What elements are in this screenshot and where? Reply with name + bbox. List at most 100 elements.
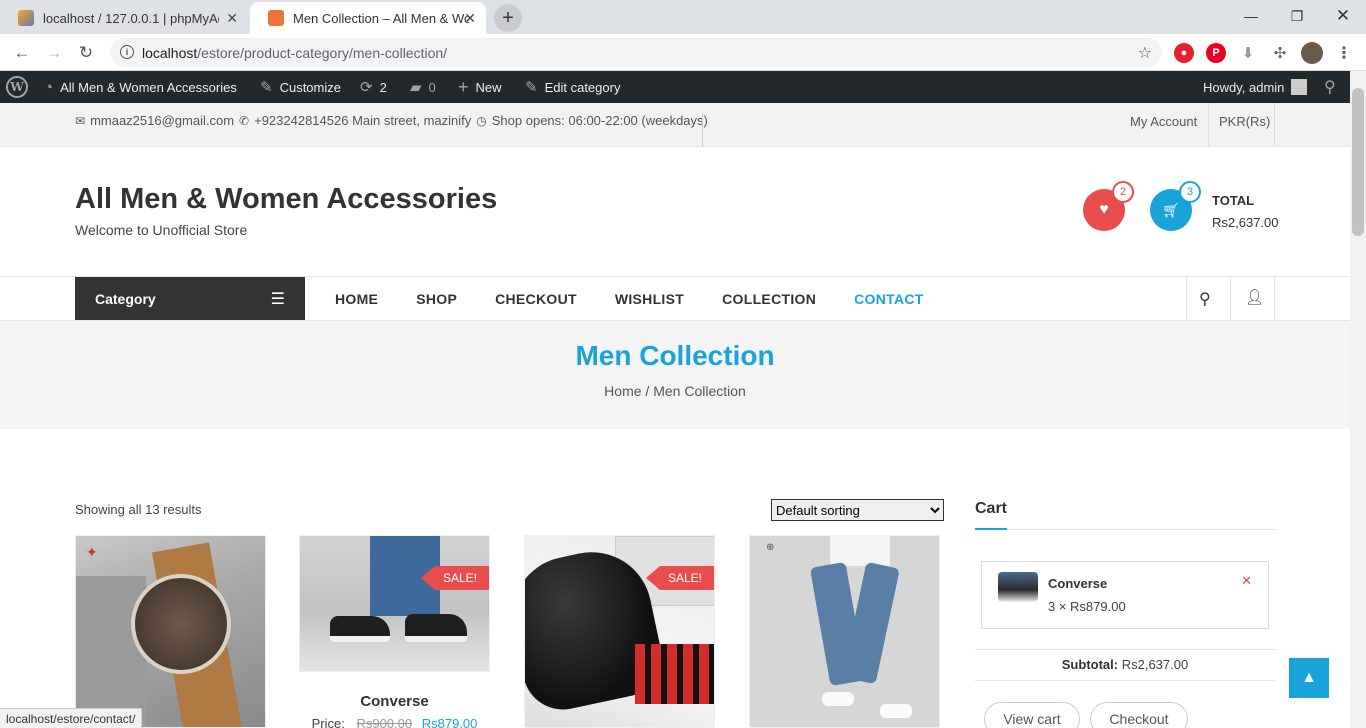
view-cart-button[interactable]: View cart [984, 702, 1080, 728]
profile-avatar[interactable] [1301, 42, 1323, 64]
product-card-jeans[interactable]: ⊕ [749, 535, 940, 728]
new-content-link[interactable]: + New [458, 71, 502, 103]
product-card-leather-shoe[interactable]: SALE! [524, 535, 715, 728]
puzzle-extensions-icon[interactable]: ✣ [1270, 43, 1290, 63]
product-card-converse[interactable]: SALE! [299, 535, 490, 672]
restore-button[interactable]: ❐ [1274, 4, 1320, 28]
search-icon[interactable]: ⚲ [1199, 289, 1211, 309]
wordpress-logo-icon[interactable]: W [6, 71, 28, 103]
clock-icon: ◷ [476, 113, 487, 128]
address-bar[interactable]: i localhost/estore/product-category/men-… [110, 38, 1162, 67]
pencil-icon: ✎ [525, 79, 538, 96]
tab-men-collection[interactable]: Men Collection – All Men & Women Accesso… [250, 2, 486, 34]
sneaker-shape [405, 614, 467, 642]
brush-icon: ✎ [260, 79, 273, 96]
edit-category-link[interactable]: ✎ Edit category [525, 71, 620, 103]
breadcrumb-home[interactable]: Home [604, 383, 641, 399]
cart-item-name[interactable]: Converse [1048, 576, 1107, 591]
results-count: Showing all 13 results [75, 502, 202, 517]
watch-face-icon [131, 574, 231, 674]
product-price: Price: Rs900.00 Rs879.00 [299, 716, 490, 728]
hamburger-icon: ☰ [270, 290, 285, 308]
sort-select[interactable]: Default sorting [771, 499, 944, 521]
url-host: localhost [142, 44, 198, 61]
site-title[interactable]: All Men & Women Accessories [75, 183, 497, 216]
comments-link[interactable]: ▰ 0 [410, 71, 436, 103]
reload-button[interactable]: ↻ [75, 42, 97, 64]
comments-count: 0 [428, 79, 436, 95]
currency-switcher[interactable]: PKR(Rs) [1219, 114, 1270, 129]
old-price: Rs900.00 [356, 716, 413, 728]
divider [1230, 277, 1231, 320]
bookmark-star-icon[interactable]: ☆ [1138, 43, 1152, 63]
howdy-account-menu[interactable]: Howdy, admin [1203, 71, 1308, 103]
checkout-button[interactable]: Checkout [1090, 702, 1188, 728]
browser-toolbar: ← → ↻ i localhost/estore/product-categor… [0, 34, 1366, 71]
nav-wishlist[interactable]: WISHLIST [615, 291, 684, 307]
main-navigation: Category ☰ HOME SHOP CHECKOUT WISHLIST C… [0, 276, 1350, 321]
sole-shape [635, 644, 714, 704]
shirt-shape [830, 536, 890, 566]
cart-icon: 🛒︎ [1162, 201, 1180, 218]
product-title[interactable]: Converse [299, 693, 490, 710]
tab-phpmyadmin[interactable]: localhost / 127.0.0.1 | phpMyAdmin ✕ [0, 2, 248, 34]
download-extension-icon[interactable]: ⬇ [1238, 43, 1258, 63]
remove-item-icon[interactable]: ✕ [1241, 573, 1252, 589]
nav-shop[interactable]: SHOP [416, 291, 457, 307]
new-tab-button[interactable]: + [494, 4, 522, 32]
user-account-icon[interactable]: 👤︎ [1245, 288, 1264, 306]
divider [1274, 103, 1275, 146]
product-image [525, 536, 714, 727]
nav-home[interactable]: HOME [335, 291, 378, 307]
breadcrumb-separator: / [645, 383, 650, 399]
nav-collection[interactable]: COLLECTION [722, 291, 816, 307]
site-tagline: Welcome to Unofficial Store [75, 222, 248, 238]
contact-email: mmaaz2516@gmail.com [90, 113, 235, 128]
scrollbar-thumb[interactable] [1352, 88, 1364, 236]
brand-logo-icon: ✦ [86, 544, 98, 560]
close-window-button[interactable]: ✕ [1320, 4, 1366, 28]
site-info-icon[interactable]: i [120, 45, 134, 59]
updates-icon: ⟳ [360, 79, 373, 96]
adblock-extension-icon[interactable]: ● [1174, 43, 1194, 63]
phone-icon: ✆ [239, 113, 250, 128]
close-tab-icon[interactable]: ✕ [464, 10, 476, 27]
browser-menu-icon[interactable]: ⋮ [1334, 43, 1354, 63]
category-label: Category [95, 290, 156, 307]
phpmyadmin-favicon-icon [18, 10, 34, 26]
back-button[interactable]: ← [11, 42, 33, 64]
category-menu-button[interactable]: Category ☰ [75, 277, 305, 320]
back-to-top-button[interactable]: ▲ [1289, 658, 1329, 698]
wp-admin-bar: W ◔ All Men & Women Accessories ✎ Custom… [0, 71, 1350, 103]
page-title: Men Collection [575, 340, 775, 371]
price-label: Price: [311, 716, 345, 728]
updates-link[interactable]: ⟳ 2 [360, 71, 387, 103]
url-path: /estore/product-category/men-collection/ [197, 44, 448, 61]
envelope-icon: ✉ [75, 113, 86, 128]
wishlist-count-badge: 2 [1112, 181, 1134, 203]
forward-button[interactable]: → [43, 42, 65, 64]
subtotal-value: Rs2,637.00 [1121, 657, 1189, 672]
admin-search-icon[interactable]: ⚲ [1324, 71, 1336, 103]
page-title-section: Men Collection Home / Men Collection [0, 321, 1350, 429]
my-account-link[interactable]: My Account [1130, 114, 1197, 129]
nav-checkout[interactable]: CHECKOUT [495, 291, 577, 307]
sneaker-shape [822, 692, 854, 706]
nav-contact[interactable]: CONTACT [854, 291, 924, 307]
updates-count: 2 [379, 79, 387, 95]
customize-link[interactable]: ✎ Customize [260, 71, 341, 103]
divider [1186, 277, 1187, 320]
cart-item-quantity: 3 × Rs879.00 [1048, 599, 1126, 614]
plus-icon: + [458, 76, 469, 97]
cart-item-thumbnail[interactable] [998, 572, 1038, 602]
pinterest-extension-icon[interactable]: P [1206, 43, 1226, 63]
close-tab-icon[interactable]: ✕ [226, 10, 238, 27]
mini-cart-item: Converse 3 × Rs879.00 ✕ [981, 561, 1269, 629]
minimize-button[interactable]: — [1228, 4, 1274, 28]
admin-site-link[interactable]: ◔ All Men & Women Accessories [44, 71, 237, 103]
edit-label: Edit category [544, 79, 621, 95]
cart-subtotal: Subtotal: Rs2,637.00 [975, 657, 1275, 672]
tab-title: localhost / 127.0.0.1 | phpMyAdmin [43, 10, 219, 26]
product-card-watch[interactable]: ✦ [75, 535, 266, 728]
tab-title: Men Collection – All Men & Women Accesso… [293, 10, 469, 26]
